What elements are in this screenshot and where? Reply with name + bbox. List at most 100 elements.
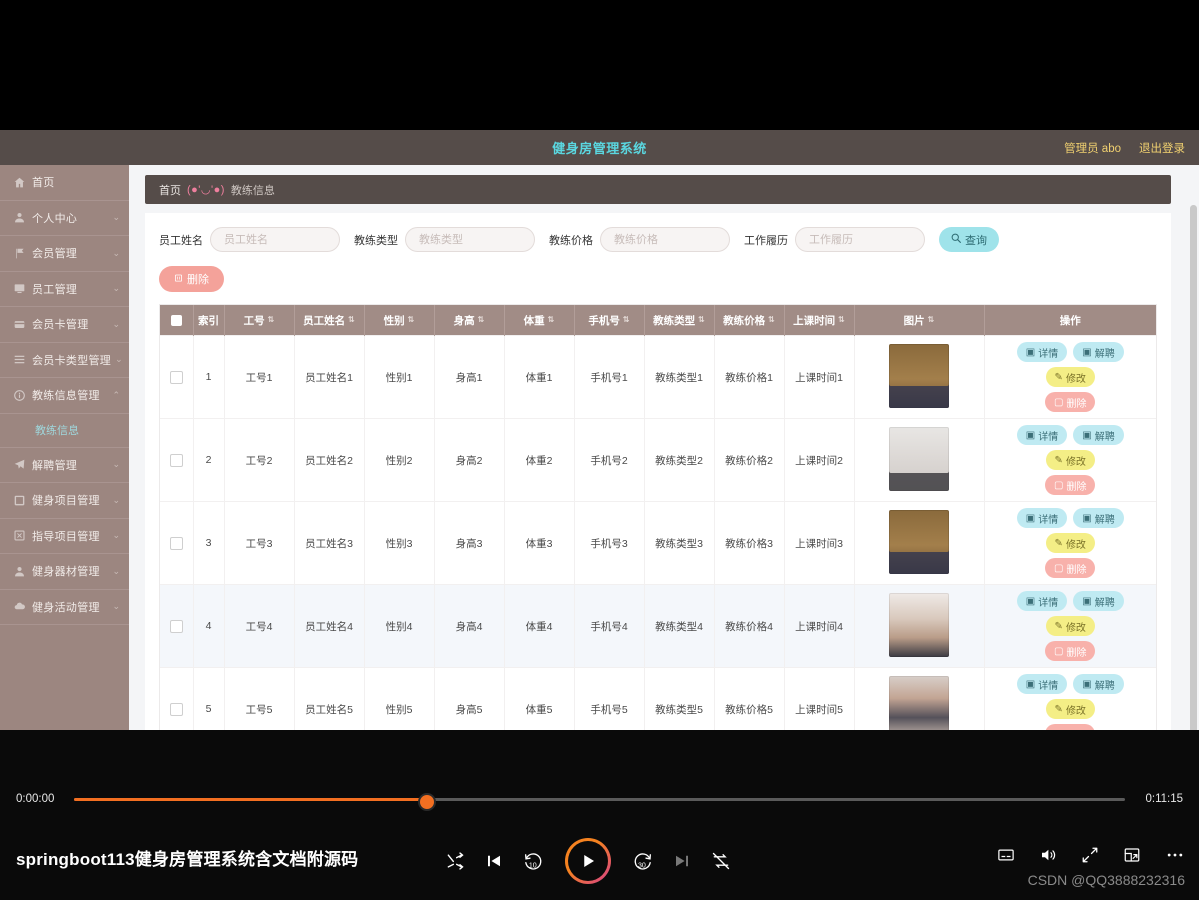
delete-button[interactable]: ▢删除 xyxy=(1045,641,1096,661)
chevron-down-icon: ⌄ xyxy=(112,565,120,576)
breadcrumb-home[interactable]: 首页 xyxy=(159,182,181,198)
sort-icon[interactable]: ⇅ xyxy=(623,316,630,324)
sidebar-item-guidance-project-manage[interactable]: 指导项目管理 ⌄ xyxy=(0,519,129,554)
row-checkbox[interactable] xyxy=(169,536,183,550)
seek-bar[interactable] xyxy=(74,792,1125,811)
th-staff-no[interactable]: 工号 ⇅ xyxy=(224,305,295,336)
sidebar-item-activity-manage[interactable]: 健身活动管理 ⌄ xyxy=(0,590,129,625)
row-checkbox[interactable] xyxy=(169,702,183,716)
sidebar-subitem-coach-info[interactable]: 教练信息 xyxy=(0,413,129,448)
coach-photo[interactable] xyxy=(889,426,949,491)
select-all-checkbox[interactable] xyxy=(170,314,182,326)
detail-button[interactable]: ▣ 详情 xyxy=(1016,425,1068,445)
cell-operations: ▣详情 ▣解聘 ✎修改 ▢删除 xyxy=(984,418,1156,502)
logout-link[interactable]: 退出登录 xyxy=(1139,140,1185,156)
sidebar-item-membercard-manage[interactable]: 会员卡管理 ⌄ xyxy=(0,307,129,343)
coach-photo[interactable] xyxy=(889,343,949,408)
cell-select[interactable] xyxy=(160,418,194,502)
sort-icon[interactable]: ⇅ xyxy=(548,316,555,324)
th-name[interactable]: 员工姓名 ⇅ xyxy=(294,305,365,336)
breadcrumb-current: 教练信息 xyxy=(230,184,275,197)
search-input-coach-price[interactable] xyxy=(600,227,730,252)
cell-select[interactable] xyxy=(160,335,194,419)
sort-icon[interactable]: ⇅ xyxy=(928,316,935,324)
th-phone[interactable]: 手机号 ⇅ xyxy=(574,305,645,336)
sort-icon[interactable]: ⇅ xyxy=(408,316,415,324)
detail-button[interactable]: ▣ 详情 xyxy=(1016,674,1068,694)
fullscreen-icon[interactable] xyxy=(1081,846,1099,864)
coach-photo[interactable] xyxy=(889,592,949,657)
dismiss-icon: ▣ xyxy=(1082,429,1092,441)
search-input-work-experience[interactable] xyxy=(795,227,925,252)
volume-icon[interactable] xyxy=(1039,846,1057,864)
app-title: 健身房管理系统 xyxy=(552,141,647,156)
cell-select[interactable] xyxy=(160,501,194,585)
cell-select[interactable] xyxy=(160,584,194,668)
more-icon[interactable] xyxy=(1165,845,1185,865)
dismiss-button[interactable]: ▣ 解聘 xyxy=(1073,342,1124,362)
cell-coach-type: 教练类型5 xyxy=(644,667,715,730)
bulk-delete-button[interactable]: 删除 xyxy=(159,266,224,292)
sidebar-item-member-manage[interactable]: 会员管理 ⌄ xyxy=(0,236,129,272)
sidebar-item-equipment-manage[interactable]: 健身器材管理 ⌄ xyxy=(0,554,129,590)
th-photo[interactable]: 图片 ⇅ xyxy=(854,305,985,336)
dismiss-button[interactable]: ▣ 解聘 xyxy=(1073,674,1124,694)
detail-button[interactable]: ▣ 详情 xyxy=(1016,508,1068,528)
sort-icon[interactable]: ⇅ xyxy=(478,316,485,324)
sort-icon[interactable]: ⇅ xyxy=(838,316,845,324)
autoplay-off-icon[interactable] xyxy=(711,851,731,871)
delete-button[interactable]: ▢删除 xyxy=(1045,392,1096,412)
edit-button[interactable]: ✎ 修改 xyxy=(1045,367,1095,387)
th-select-all[interactable] xyxy=(160,305,194,336)
row-checkbox[interactable] xyxy=(169,370,183,384)
th-weight[interactable]: 体重 ⇅ xyxy=(504,305,575,336)
dismiss-button[interactable]: ▣ 解聘 xyxy=(1073,425,1124,445)
row-checkbox[interactable] xyxy=(169,453,183,467)
rewind-10-icon[interactable]: 10 xyxy=(523,851,543,871)
dismiss-button[interactable]: ▣ 解聘 xyxy=(1073,508,1124,528)
scrollbar-thumb[interactable] xyxy=(1190,205,1197,730)
edit-button[interactable]: ✎ 修改 xyxy=(1045,533,1095,553)
edit-button[interactable]: ✎ 修改 xyxy=(1045,616,1095,636)
sidebar-item-membercard-type-manage[interactable]: 会员卡类型管理 ⌄ xyxy=(0,343,129,378)
search-input-staff-name[interactable] xyxy=(210,227,340,252)
page-scrollbar[interactable] xyxy=(1190,205,1197,730)
cell-select[interactable] xyxy=(160,667,194,730)
sidebar-item-fitness-project-manage[interactable]: 健身项目管理 ⌄ xyxy=(0,483,129,519)
sort-icon[interactable]: ⇅ xyxy=(768,316,775,324)
sort-icon[interactable]: ⇅ xyxy=(348,316,355,324)
th-coach-type[interactable]: 教练类型 ⇅ xyxy=(644,305,715,336)
delete-button[interactable]: ▢删除 xyxy=(1045,558,1096,578)
seek-handle[interactable] xyxy=(418,792,437,811)
delete-button[interactable]: ▢删除 xyxy=(1045,475,1096,495)
next-icon[interactable] xyxy=(673,852,691,870)
th-height[interactable]: 身高 ⇅ xyxy=(434,305,505,336)
shuffle-icon[interactable] xyxy=(445,851,465,871)
popout-icon[interactable] xyxy=(1123,846,1141,864)
coach-photo[interactable] xyxy=(889,675,949,730)
search-input-coach-type[interactable] xyxy=(405,227,535,252)
row-checkbox[interactable] xyxy=(169,619,183,633)
play-button[interactable] xyxy=(565,838,611,884)
th-class-time[interactable]: 上课时间 ⇅ xyxy=(784,305,855,336)
edit-button[interactable]: ✎ 修改 xyxy=(1045,699,1095,719)
sidebar-item-staff-manage[interactable]: 员工管理 ⌄ xyxy=(0,272,129,307)
detail-button[interactable]: ▣ 详情 xyxy=(1016,591,1068,611)
sidebar-item-personal-center[interactable]: 个人中心 ⌄ xyxy=(0,201,129,236)
query-button[interactable]: 查询 xyxy=(939,227,999,252)
previous-icon[interactable] xyxy=(485,852,503,870)
forward-30-icon[interactable]: 30 xyxy=(633,851,653,871)
edit-button[interactable]: ✎ 修改 xyxy=(1045,450,1095,470)
sort-icon[interactable]: ⇅ xyxy=(268,316,275,324)
coach-photo[interactable] xyxy=(889,509,949,574)
dismiss-button[interactable]: ▣ 解聘 xyxy=(1073,591,1124,611)
total-time: 0:11:15 xyxy=(1145,793,1183,805)
sidebar-item-home[interactable]: 首页 xyxy=(0,165,129,201)
sort-icon[interactable]: ⇅ xyxy=(698,316,705,324)
sidebar-item-dismissal-manage[interactable]: 解聘管理 ⌄ xyxy=(0,448,129,483)
sidebar-item-coach-info-manage[interactable]: 教练信息管理 ⌃ xyxy=(0,378,129,414)
detail-button[interactable]: ▣ 详情 xyxy=(1016,342,1068,362)
th-coach-price[interactable]: 教练价格 ⇅ xyxy=(714,305,785,336)
th-gender[interactable]: 性别 ⇅ xyxy=(364,305,435,336)
subtitles-icon[interactable] xyxy=(997,846,1015,864)
